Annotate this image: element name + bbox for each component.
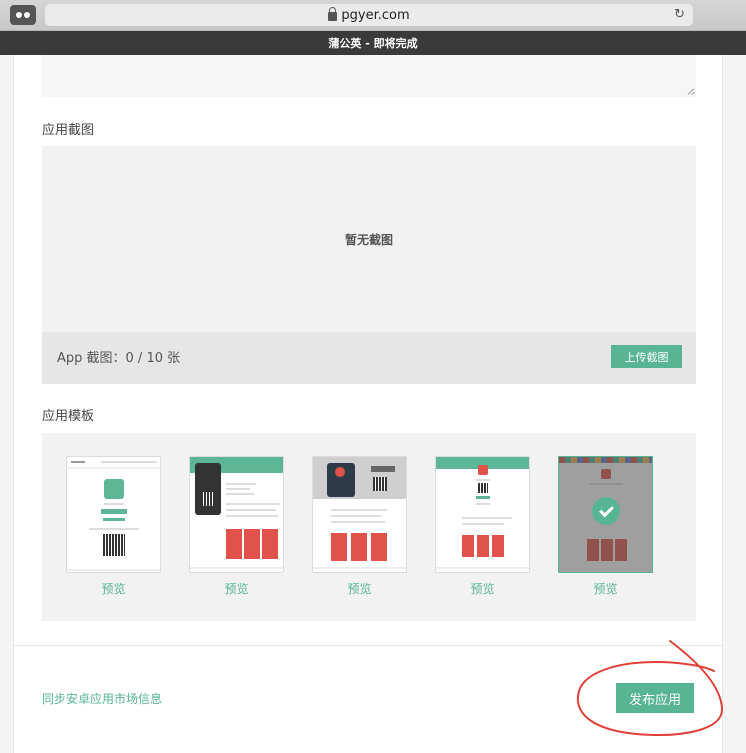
resize-handle-icon[interactable] — [686, 87, 694, 95]
thumb-app-icon — [335, 467, 345, 477]
red-circle-annotation — [576, 640, 724, 736]
thumb-install-btn — [101, 509, 127, 514]
lock-icon — [328, 6, 338, 21]
url-text: pgyer.com — [341, 7, 410, 23]
template-thumbnail-4[interactable] — [435, 456, 530, 573]
template-option-4[interactable]: 预览 — [435, 456, 530, 597]
template-preview-link-2[interactable]: 预览 — [189, 580, 284, 597]
screenshots-footer: App 截图：0 / 10 张 上传截图 — [42, 332, 696, 384]
thumb-name — [104, 503, 124, 505]
thumb-screen — [226, 529, 242, 559]
templates-section-label: 应用模板 — [42, 409, 95, 424]
template-preview-link-4[interactable]: 预览 — [435, 580, 530, 597]
thumb-footer — [436, 567, 529, 569]
page-background: 应用截图 暂无截图 App 截图：0 / 10 张 上传截图 应用模板 预览 预… — [0, 55, 746, 753]
thumb-text — [226, 509, 276, 511]
template-option-5[interactable]: 预览 — [558, 456, 653, 597]
thumb-text — [331, 515, 381, 517]
template-thumbnail-2[interactable] — [189, 456, 284, 573]
tab-overview-icon-dot — [24, 12, 30, 18]
thumb-footer — [67, 569, 160, 571]
thumb-text — [462, 523, 504, 525]
thumb-app-icon — [104, 479, 124, 499]
template-preview-link-1[interactable]: 预览 — [66, 580, 161, 597]
template-preview-link-5[interactable]: 预览 — [558, 580, 653, 597]
thumb-divider — [67, 467, 160, 469]
thumb-screen — [492, 535, 504, 557]
tab-overview-icon — [16, 12, 22, 18]
thumb-install-btn — [476, 496, 490, 499]
thumb-text — [476, 503, 490, 505]
thumb-qr-icon — [201, 492, 215, 506]
thumb-screen — [351, 533, 367, 561]
page-title-bar: 蒲公英 - 即将完成 — [0, 31, 746, 55]
thumb-screen — [262, 529, 278, 559]
thumb-screen — [477, 535, 489, 557]
sync-android-market-link[interactable]: 同步安卓应用市场信息 — [42, 690, 162, 707]
thumb-text — [226, 483, 256, 485]
thumb-badge — [371, 466, 395, 472]
address-bar[interactable]: pgyer.com ↻ — [45, 4, 693, 26]
thumb-text — [331, 521, 385, 523]
thumb-text — [226, 493, 254, 495]
thumb-screen — [331, 533, 347, 561]
browser-toolbar: pgyer.com ↻ — [0, 0, 746, 31]
thumb-qr-icon — [373, 477, 387, 491]
thumb-text — [226, 503, 280, 505]
thumb-qr-icon — [103, 534, 125, 556]
thumb-nav — [101, 461, 157, 463]
upload-screenshot-button[interactable]: 上传截图 — [611, 345, 682, 368]
thumb-footer — [313, 567, 406, 569]
thumb-name — [476, 479, 490, 481]
thumb-subbtn — [103, 518, 125, 521]
screenshots-dropzone[interactable]: 暂无截图 App 截图：0 / 10 张 上传截图 — [42, 146, 696, 384]
thumb-screen — [462, 535, 474, 557]
thumb-text — [462, 517, 512, 519]
page-title: 蒲公英 - 即将完成 — [328, 37, 418, 50]
thumb-screen — [371, 533, 387, 561]
template-preview-link-3[interactable]: 预览 — [312, 580, 407, 597]
template-option-2[interactable]: 预览 — [189, 456, 284, 597]
thumb-phone — [195, 463, 221, 515]
thumb-footer — [190, 567, 283, 569]
template-option-1[interactable]: 预览 — [66, 456, 161, 597]
thumb-text — [226, 488, 250, 490]
thumb-app-icon — [478, 465, 488, 475]
tab-overview-button[interactable] — [10, 5, 36, 25]
templates-panel: 预览 预览 预览 预览 预览 — [42, 433, 696, 621]
screenshots-count: App 截图：0 / 10 张 — [57, 351, 181, 366]
template-thumbnail-3[interactable] — [312, 456, 407, 573]
form-card: 应用截图 暂无截图 App 截图：0 / 10 张 上传截图 应用模板 预览 预… — [13, 55, 724, 753]
checkmark-icon — [592, 497, 620, 525]
description-textarea[interactable] — [42, 55, 696, 97]
template-thumbnail-1[interactable] — [66, 456, 161, 573]
thumb-text — [331, 509, 387, 511]
reload-icon[interactable]: ↻ — [674, 7, 685, 22]
screenshots-empty-text: 暂无截图 — [344, 232, 393, 247]
screenshots-section-label: 应用截图 — [42, 123, 95, 138]
thumb-logo — [71, 461, 85, 463]
thumb-text — [89, 528, 139, 530]
template-option-3[interactable]: 预览 — [312, 456, 407, 597]
thumb-screen — [244, 529, 260, 559]
thumb-qr-icon — [478, 483, 488, 493]
template-thumbnail-5[interactable] — [558, 456, 653, 573]
thumb-text — [226, 515, 278, 517]
